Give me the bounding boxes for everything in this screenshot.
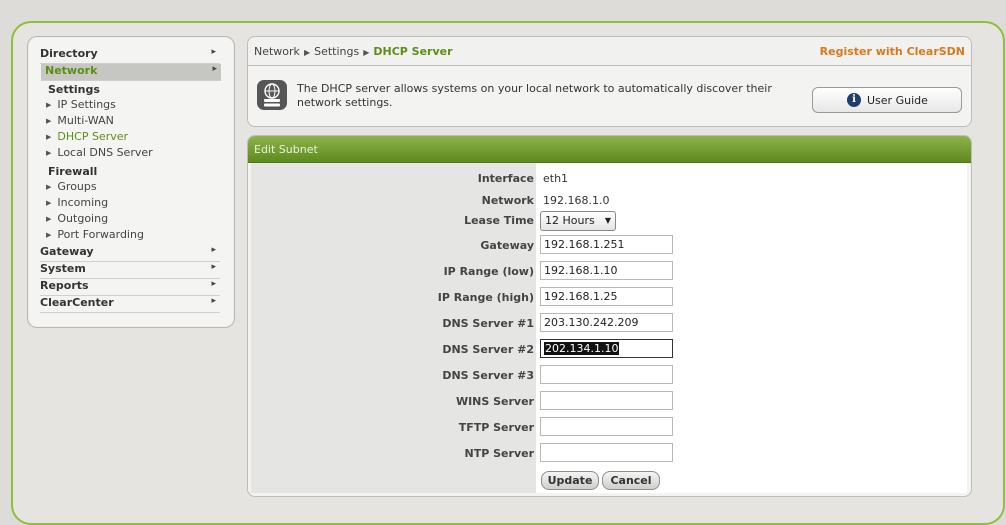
sidebar-section-directory[interactable]: Directory ▸ xyxy=(40,47,220,64)
form-row-dns2: DNS Server #2 202.134.1.10 xyxy=(251,336,967,362)
triangle-right-icon: ▶ xyxy=(303,48,311,57)
form-row-dns1: DNS Server #1 203.130.242.209 xyxy=(251,310,967,336)
form-row-ntp: NTP Server xyxy=(251,440,967,466)
chevron-down-icon: ▼ xyxy=(604,216,611,225)
edit-subnet-title: Edit Subnet xyxy=(254,143,318,156)
register-link[interactable]: Register with ClearSDN xyxy=(820,45,965,58)
triangle-right-icon: ▶ xyxy=(46,101,52,109)
triangle-right-icon: ▶ xyxy=(46,199,52,207)
breadcrumb-item-settings[interactable]: Settings xyxy=(314,45,359,58)
interface-value: eth1 xyxy=(543,172,569,185)
form-row-ip-range-low: IP Range (low) 192.168.1.10 xyxy=(251,258,967,284)
sidebar-section-label: System xyxy=(40,262,86,275)
edit-subnet-header: Edit Subnet xyxy=(248,136,971,163)
field-label: TFTP Server xyxy=(458,421,534,434)
field-label: Gateway xyxy=(480,239,534,252)
form-row-ip-range-high: IP Range (high) 192.168.1.25 xyxy=(251,284,967,310)
selected-text: 202.134.1.10 xyxy=(544,342,620,355)
breadcrumb-item-network[interactable]: Network xyxy=(254,45,300,58)
triangle-right-icon: ▶ xyxy=(46,117,52,125)
chevron-right-icon: ▸ xyxy=(211,47,216,57)
user-guide-button[interactable]: i User Guide xyxy=(812,87,962,113)
chevron-right-icon: ▸ xyxy=(212,64,217,74)
sidebar-item-dhcp-server[interactable]: ▶ DHCP Server xyxy=(46,130,128,143)
sidebar-item-ip-settings[interactable]: ▶ IP Settings xyxy=(46,98,116,111)
info-icon: i xyxy=(847,93,861,107)
sidebar-section-label: Gateway xyxy=(40,245,94,258)
field-label: IP Range (high) xyxy=(437,291,534,304)
field-label: IP Range (low) xyxy=(443,265,534,278)
breadcrumb-current: DHCP Server xyxy=(373,45,453,58)
network-server-icon xyxy=(257,80,287,110)
form-row-tftp: TFTP Server xyxy=(251,414,967,440)
dns-server-3-input[interactable] xyxy=(540,365,673,384)
edit-subnet-form: Interface eth1 Network 192.168.1.0 Lease… xyxy=(251,163,967,493)
sidebar-section-label: ClearCenter xyxy=(40,296,114,309)
lease-time-value: 12 Hours xyxy=(545,214,595,227)
field-label: Interface xyxy=(477,172,534,185)
sidebar-section-reports[interactable]: Reports ▸ xyxy=(40,279,220,296)
info-panel: The DHCP server allows systems on your l… xyxy=(247,66,972,127)
network-value: 192.168.1.0 xyxy=(543,194,610,207)
ip-range-high-input[interactable]: 192.168.1.25 xyxy=(540,287,673,306)
field-label: DNS Server #3 xyxy=(442,369,534,382)
update-button[interactable]: Update xyxy=(541,471,599,490)
chevron-right-icon: ▸ xyxy=(211,262,216,272)
breadcrumb-bar: Network ▶ Settings ▶ DHCP Server Register wi… xyxy=(247,36,972,66)
sidebar-item-port-forwarding[interactable]: ▶ Port Forwarding xyxy=(46,228,144,241)
gateway-input[interactable]: 192.168.1.251 xyxy=(540,235,673,254)
sidebar-item-groups[interactable]: ▶ Groups xyxy=(46,180,97,193)
ntp-server-input[interactable] xyxy=(540,443,673,462)
triangle-right-icon: ▶ xyxy=(46,215,52,223)
form-row-network: Network 192.168.1.0 xyxy=(251,187,967,213)
sidebar-section-label: Network xyxy=(45,64,98,77)
sidebar-group-settings: Settings xyxy=(48,83,100,96)
info-description: The DHCP server allows systems on your l… xyxy=(297,82,772,109)
sidebar-item-multi-wan[interactable]: ▶ Multi-WAN xyxy=(46,114,114,127)
field-label: Lease Time xyxy=(464,214,534,227)
field-label: Network xyxy=(481,194,534,207)
sidebar-section-system[interactable]: System ▸ xyxy=(40,262,220,279)
chevron-right-icon: ▸ xyxy=(211,296,216,306)
field-label: DNS Server #2 xyxy=(442,343,534,356)
sidebar-item-outgoing[interactable]: ▶ Outgoing xyxy=(46,212,108,225)
lease-time-select[interactable]: 12 Hours ▼ xyxy=(540,211,616,231)
sidebar-item-incoming[interactable]: ▶ Incoming xyxy=(46,196,108,209)
form-row-gateway: Gateway 192.168.1.251 xyxy=(251,232,967,258)
field-label: WINS Server xyxy=(455,395,534,408)
wins-server-input[interactable] xyxy=(540,391,673,410)
cancel-button[interactable]: Cancel xyxy=(602,471,660,490)
triangle-right-icon: ▶ xyxy=(46,149,52,157)
sidebar-section-clearcenter[interactable]: ClearCenter ▸ xyxy=(40,296,220,313)
chevron-right-icon: ▸ xyxy=(211,279,216,289)
sidebar-section-network[interactable]: Network ▸ xyxy=(41,64,221,81)
user-guide-label: User Guide xyxy=(867,94,928,107)
sidebar-item-local-dns-server[interactable]: ▶ Local DNS Server xyxy=(46,146,153,159)
chevron-right-icon: ▸ xyxy=(211,245,216,255)
triangle-right-icon: ▶ xyxy=(46,183,52,191)
ip-range-low-input[interactable]: 192.168.1.10 xyxy=(540,261,673,280)
dns-server-2-input[interactable]: 202.134.1.10 xyxy=(540,339,673,358)
tftp-server-input[interactable] xyxy=(540,417,673,436)
form-row-dns3: DNS Server #3 xyxy=(251,362,967,388)
sidebar-nav: Directory ▸ Network ▸ Settings ▶ IP Setti… xyxy=(27,36,235,328)
form-row-wins: WINS Server xyxy=(251,388,967,414)
triangle-right-icon: ▶ xyxy=(46,231,52,239)
field-label: NTP Server xyxy=(464,447,534,460)
field-label: DNS Server #1 xyxy=(442,317,534,330)
sidebar-group-firewall: Firewall xyxy=(48,165,98,178)
triangle-right-icon: ▶ xyxy=(363,48,370,57)
dns-server-1-input[interactable]: 203.130.242.209 xyxy=(540,313,673,332)
sidebar-section-label: Reports xyxy=(40,279,89,292)
triangle-right-icon: ▶ xyxy=(46,133,52,141)
breadcrumb: Network ▶ Settings ▶ DHCP Server xyxy=(254,45,453,58)
sidebar-section-gateway[interactable]: Gateway ▸ xyxy=(40,245,220,262)
sidebar-section-label: Directory xyxy=(40,47,98,60)
edit-subnet-panel: Edit Subnet Interface eth1 Network 192.1… xyxy=(247,135,972,497)
